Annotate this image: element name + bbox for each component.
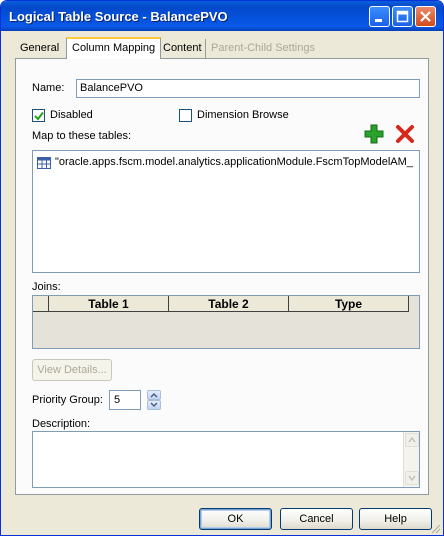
priority-group-label: Priority Group: xyxy=(32,394,103,406)
description-scrollbar[interactable] xyxy=(403,432,419,487)
tab-column-mapping[interactable]: Column Mapping xyxy=(66,37,162,59)
tab-strip: General Column Mapping Content Parent-Ch… xyxy=(15,37,435,59)
tab-panel: Name: BalancePVO Disabled Dimension Brow… xyxy=(15,58,429,495)
plus-icon xyxy=(364,124,384,144)
tab-parent-child-settings[interactable]: Parent-Child Settings xyxy=(205,39,320,59)
disabled-checkbox[interactable] xyxy=(32,109,45,122)
list-item[interactable]: "oracle.apps.fscm.model.analytics.applic… xyxy=(37,155,413,171)
name-field[interactable]: BalancePVO xyxy=(76,79,420,98)
cancel-label: Cancel xyxy=(299,513,334,525)
maximize-button[interactable] xyxy=(392,6,413,27)
map-tables-label: Map to these tables: xyxy=(32,130,132,142)
window-title: Logical Table Source - BalancePVO xyxy=(9,9,228,24)
chevron-up-icon xyxy=(408,436,416,443)
tab-content[interactable]: Content xyxy=(157,39,207,59)
delete-table-button[interactable] xyxy=(393,122,417,146)
joins-header-type[interactable]: Type xyxy=(289,296,409,312)
delete-x-icon xyxy=(396,125,414,143)
tab-label: Parent-Child Settings xyxy=(211,42,315,54)
mapped-tables-list[interactable]: "oracle.apps.fscm.model.analytics.applic… xyxy=(32,150,420,273)
chevron-up-icon xyxy=(150,392,158,398)
add-table-button[interactable] xyxy=(362,122,386,146)
tab-general[interactable]: General xyxy=(15,39,64,59)
title-bar[interactable]: Logical Table Source - BalancePVO xyxy=(1,1,443,31)
priority-group-value: 5 xyxy=(114,394,121,406)
name-label: Name: xyxy=(32,82,65,94)
table-icon xyxy=(37,157,51,169)
close-button[interactable] xyxy=(415,6,436,27)
dialog-window: Logical Table Source - BalancePVO Genera… xyxy=(0,0,444,536)
joins-label: Joins: xyxy=(32,281,61,293)
description-field[interactable] xyxy=(32,431,420,488)
disabled-label: Disabled xyxy=(50,109,93,121)
priority-spin-buttons xyxy=(147,390,161,410)
spin-up-button[interactable] xyxy=(147,390,161,400)
tab-label: General xyxy=(20,42,60,54)
maximize-icon xyxy=(396,10,409,23)
joins-row-header xyxy=(33,296,49,312)
checkmark-icon xyxy=(34,111,44,121)
table-name: "oracle.apps.fscm.model.analytics.applic… xyxy=(55,156,413,168)
view-details-label: View Details... xyxy=(37,364,107,376)
scroll-up-button[interactable] xyxy=(405,433,419,447)
tab-label: Content xyxy=(163,42,202,54)
dimension-browse-checkbox[interactable] xyxy=(179,109,192,122)
ok-button[interactable]: OK xyxy=(199,508,272,530)
minimize-icon xyxy=(375,19,382,22)
chevron-down-icon xyxy=(150,402,158,408)
resize-grip-icon[interactable] xyxy=(429,522,441,534)
cancel-button[interactable]: Cancel xyxy=(280,508,353,530)
dimension-browse-label: Dimension Browse xyxy=(197,109,289,121)
priority-group-spinner[interactable]: 5 xyxy=(109,390,141,410)
joins-header-table2[interactable]: Table 2 xyxy=(169,296,289,312)
help-button[interactable]: Help xyxy=(359,508,432,530)
chevron-down-icon xyxy=(408,475,416,482)
view-details-button[interactable]: View Details... xyxy=(32,359,112,381)
joins-header-table1[interactable]: Table 1 xyxy=(49,296,169,312)
joins-table[interactable]: Table 1 Table 2 Type xyxy=(32,295,420,349)
tab-label: Column Mapping xyxy=(72,42,156,54)
ok-label: OK xyxy=(227,513,244,525)
help-label: Help xyxy=(384,513,407,525)
name-value: BalancePVO xyxy=(80,82,143,94)
spin-down-button[interactable] xyxy=(147,400,161,410)
minimize-button[interactable] xyxy=(369,6,390,27)
scroll-down-button[interactable] xyxy=(405,471,419,485)
close-icon xyxy=(420,11,431,22)
description-label: Description: xyxy=(32,418,91,430)
